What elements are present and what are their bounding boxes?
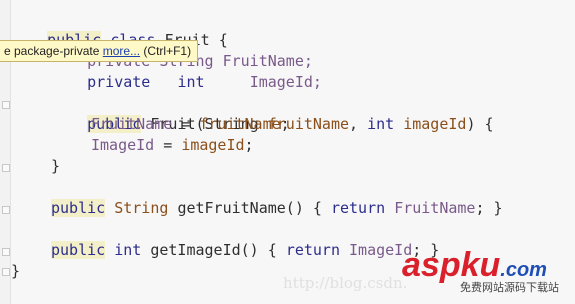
logo-subtitle: 免费网站源码下载站 [460, 282, 559, 294]
keyword-int: int [177, 73, 205, 91]
keyword-public: public [51, 241, 106, 259]
comma: , [349, 115, 359, 133]
field-fruitname: FruitName [91, 115, 173, 133]
type-string: String [114, 199, 169, 217]
semicolon: ; [280, 115, 290, 133]
keyword-private: private [87, 73, 151, 91]
equals: = [154, 136, 182, 154]
code-line-getfruitname[interactable]: public String getFruitName() { return Fr… [51, 198, 503, 219]
close-brace: ; } [475, 199, 503, 217]
semicolon: ; [244, 136, 254, 154]
field-imageid: ImageId [91, 136, 155, 154]
constructor-end: ) { [466, 115, 494, 133]
keyword-public: public [51, 199, 106, 217]
open-brace: { [312, 199, 322, 217]
fold-marker-icon[interactable] [2, 164, 10, 172]
code-line-assign-imageid[interactable]: ImageId = imageId; [91, 135, 254, 156]
field-imageid: ImageId; [249, 73, 322, 91]
fold-marker-icon[interactable] [2, 101, 10, 109]
equals: = [172, 115, 200, 133]
site-logo: aspku.com 免费网站源码下载站 [402, 246, 572, 302]
code-line-close-constructor[interactable]: } [51, 156, 60, 177]
inspection-tooltip: e package-private more... (Ctrl+F1) [0, 40, 199, 62]
code-line-getimageid[interactable]: public int getImageId() { return ImageId… [51, 240, 439, 261]
method-getfruitname: getFruitName() [177, 199, 304, 217]
tooltip-shortcut: (Ctrl+F1) [140, 44, 192, 58]
keyword-int: int [114, 241, 142, 259]
code-line-assign-fruitname[interactable]: FruitName = fruitName; [91, 114, 290, 135]
close-brace: } [51, 157, 61, 175]
method-getimageid: getImageId() [150, 241, 259, 259]
logo-domain: .com [500, 259, 547, 281]
tooltip-text: e package-private [4, 44, 103, 58]
keyword-int: int [367, 115, 395, 133]
fold-marker-icon[interactable] [2, 206, 10, 214]
field-fruitname: FruitName [394, 199, 476, 217]
code-line-close-class[interactable]: } [11, 261, 20, 282]
param-imageid: imageId [181, 136, 245, 154]
tooltip-more-link[interactable]: more... [103, 44, 140, 58]
param-imageid: imageId [403, 115, 467, 133]
keyword-return: return [330, 199, 386, 217]
fold-marker-icon[interactable] [2, 268, 10, 276]
code-line-class-declaration[interactable]: public class Fruit { [11, 9, 228, 49]
close-brace: } [11, 262, 21, 280]
watermark-url: http://blog.csdn. [283, 274, 408, 292]
keyword-return: return [285, 241, 340, 259]
param-fruitname: fruitName [199, 115, 281, 133]
code-line-constructor[interactable]: public Fruit(String fruitName, int image… [51, 93, 494, 133]
fold-marker-icon[interactable] [2, 248, 10, 256]
open-brace: { [267, 241, 277, 259]
